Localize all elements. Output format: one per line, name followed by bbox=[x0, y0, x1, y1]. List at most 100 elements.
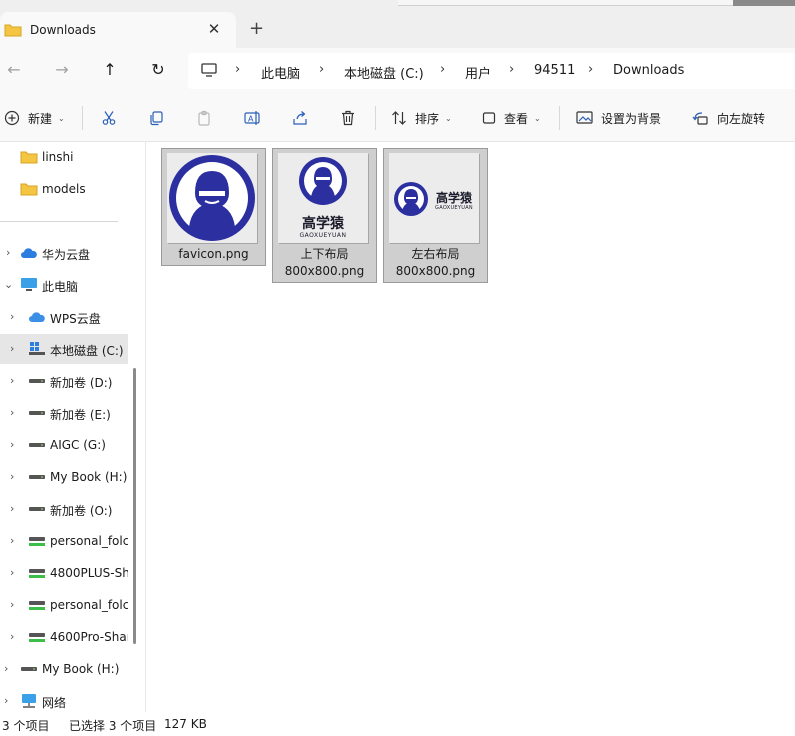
chevron-down-icon[interactable]: ⌄ bbox=[4, 278, 13, 291]
sidebar-item-label: 网络 bbox=[42, 696, 67, 710]
view-button[interactable]: 查看 ⌄ bbox=[482, 108, 541, 128]
file-name-line1: 上下布局 bbox=[300, 247, 349, 261]
new-button[interactable]: 新建 ⌄ bbox=[4, 108, 65, 128]
network-drive-icon bbox=[28, 533, 46, 552]
svg-text:A: A bbox=[248, 115, 254, 124]
chevron-right-icon[interactable]: › bbox=[10, 438, 14, 451]
windows-drive-icon bbox=[28, 341, 46, 360]
sidebar-item-label: personal_folc bbox=[50, 598, 128, 612]
wallpaper-icon bbox=[576, 111, 593, 124]
sidebar-item-label: My Book (H:) bbox=[42, 662, 120, 676]
logo-subtitle: GAOXUEYUAN bbox=[299, 232, 347, 239]
paste-icon bbox=[198, 110, 210, 126]
sidebar-item-linshi[interactable]: linshi bbox=[0, 142, 128, 172]
sidebar-item-drive-e[interactable]: › 新加卷 (E:) bbox=[0, 398, 128, 428]
chevron-right-icon[interactable]: › bbox=[10, 534, 14, 547]
sidebar-item-drive-d[interactable]: › 新加卷 (D:) bbox=[0, 366, 128, 396]
chevron-right-icon[interactable]: › bbox=[10, 310, 14, 323]
set-as-background-label: 设置为背景 bbox=[601, 111, 662, 126]
sidebar-item-huawei-cloud[interactable]: › 华为云盘 bbox=[0, 238, 128, 268]
folder-icon bbox=[20, 149, 38, 168]
address-bar[interactable]: › 此电脑 › 本地磁盘 (C:) › 用户 › 94511 › Downloa… bbox=[188, 53, 795, 89]
scissors-icon bbox=[102, 111, 116, 125]
sidebar-item-network-drive-2[interactable]: › 4800PLUS-Sh bbox=[0, 558, 128, 588]
sidebar-scrollbar[interactable] bbox=[133, 368, 136, 644]
sidebar-item-label: 此电脑 bbox=[42, 280, 79, 294]
breadcrumb-item[interactable]: 本地磁盘 (C:) bbox=[344, 63, 424, 82]
chevron-right-icon[interactable]: › bbox=[10, 470, 14, 483]
chevron-right-icon[interactable]: › bbox=[6, 246, 10, 259]
refresh-button[interactable]: ↻ bbox=[148, 60, 168, 80]
sidebar-item-network[interactable]: › 网络 bbox=[0, 686, 128, 712]
file-item-horizontal-layout[interactable]: 高学猿 GAOXUEYUAN 左右布局 800x800.png bbox=[383, 148, 488, 283]
cut-button[interactable] bbox=[101, 108, 117, 128]
sidebar-item-label: 新加卷 (E:) bbox=[50, 408, 111, 422]
sidebar-item-drive-o[interactable]: › 新加卷 (O:) bbox=[0, 494, 128, 524]
item-count: 3 个项目 bbox=[2, 719, 50, 733]
sidebar-item-drive-g[interactable]: › AIGC (G:) bbox=[0, 430, 128, 460]
chevron-right-icon[interactable]: › bbox=[10, 342, 14, 355]
sidebar-item-network-drive-1[interactable]: › personal_folc bbox=[0, 526, 128, 556]
sort-icon bbox=[392, 111, 406, 125]
copy-button[interactable] bbox=[148, 108, 164, 128]
drive-icon bbox=[28, 373, 46, 392]
file-name-line1: 左右布局 bbox=[411, 247, 460, 261]
new-tab-button[interactable]: + bbox=[249, 18, 264, 39]
chevron-right-icon[interactable]: › bbox=[10, 406, 14, 419]
chevron-right-icon[interactable]: › bbox=[4, 694, 8, 707]
sidebar-item-label: 新加卷 (O:) bbox=[50, 504, 113, 518]
sort-label: 排序 bbox=[415, 111, 440, 126]
delete-button[interactable] bbox=[340, 108, 356, 128]
drive-icon bbox=[28, 469, 46, 488]
paste-button[interactable] bbox=[196, 108, 212, 128]
sidebar-item-models[interactable]: models bbox=[0, 174, 128, 204]
sidebar-item-wps-cloud[interactable]: › WPS云盘 bbox=[0, 302, 128, 332]
file-item-vertical-layout[interactable]: 高学猿 GAOXUEYUAN 上下布局 800x800.png bbox=[272, 148, 377, 283]
breadcrumb-item[interactable]: Downloads bbox=[613, 63, 684, 78]
selection-size: 127 KB bbox=[164, 717, 207, 731]
breadcrumb-item[interactable]: 94511 bbox=[534, 63, 575, 78]
breadcrumb-item[interactable]: 此电脑 bbox=[261, 63, 300, 82]
logo-subtitle: GAOXUEYUAN bbox=[435, 205, 473, 211]
chevron-right-icon[interactable]: › bbox=[10, 566, 14, 579]
logo-wordmark: 高学猿 bbox=[302, 216, 344, 232]
folder-icon bbox=[20, 181, 38, 200]
sidebar-item-network-drive-4[interactable]: › 4600Pro-Shar bbox=[0, 622, 128, 652]
file-name: favicon.png bbox=[178, 247, 249, 261]
breadcrumb-item[interactable]: 用户 bbox=[465, 63, 491, 82]
network-icon bbox=[20, 693, 38, 712]
sidebar-item-my-book[interactable]: › My Book (H:) bbox=[0, 654, 128, 684]
sidebar-item-drive-c[interactable]: › 本地磁盘 (C:) bbox=[0, 334, 128, 364]
sidebar-item-this-pc[interactable]: ⌄ 此电脑 bbox=[0, 270, 128, 300]
divider bbox=[82, 106, 83, 130]
forward-button[interactable]: → bbox=[52, 60, 72, 80]
cloud-icon bbox=[28, 309, 46, 328]
chevron-down-icon: ⌄ bbox=[58, 113, 65, 123]
file-item-favicon[interactable]: favicon.png bbox=[161, 148, 266, 266]
drive-icon bbox=[28, 405, 46, 424]
chevron-right-icon[interactable]: › bbox=[10, 598, 14, 611]
chevron-right-icon[interactable]: › bbox=[10, 502, 14, 515]
chevron-right-icon[interactable]: › bbox=[10, 374, 14, 387]
view-label: 查看 bbox=[504, 111, 529, 126]
breadcrumb-separator: › bbox=[588, 62, 594, 77]
sidebar-item-label: models bbox=[42, 182, 86, 196]
close-tab-icon[interactable]: ✕ bbox=[206, 20, 222, 38]
tab-downloads[interactable]: Downloads ✕ bbox=[0, 12, 236, 48]
chevron-right-icon[interactable]: › bbox=[4, 662, 8, 675]
rename-button[interactable]: A bbox=[244, 108, 262, 128]
drive-icon bbox=[20, 661, 38, 680]
back-button[interactable]: ← bbox=[4, 60, 24, 80]
navigation-bar: ← → ↑ ↻ › 此电脑 › 本地磁盘 (C:) › 用户 › 94511 ›… bbox=[0, 48, 795, 94]
chevron-right-icon[interactable]: › bbox=[10, 630, 14, 643]
set-as-background-button[interactable]: 设置为背景 bbox=[576, 108, 661, 128]
folder-icon bbox=[4, 22, 22, 41]
share-button[interactable] bbox=[292, 108, 308, 128]
drive-icon bbox=[28, 437, 46, 456]
sort-button[interactable]: 排序 ⌄ bbox=[391, 108, 452, 128]
sidebar-item-network-drive-3[interactable]: › personal_folc bbox=[0, 590, 128, 620]
rotate-left-button[interactable]: 向左旋转 bbox=[692, 108, 765, 128]
up-button[interactable]: ↑ bbox=[100, 60, 120, 80]
sidebar-item-drive-h[interactable]: › My Book (H:) bbox=[0, 462, 128, 492]
command-bar: 新建 ⌄ A 排序 ⌄ 查看 ⌄ 设置为背景 向左旋转 bbox=[0, 94, 795, 142]
